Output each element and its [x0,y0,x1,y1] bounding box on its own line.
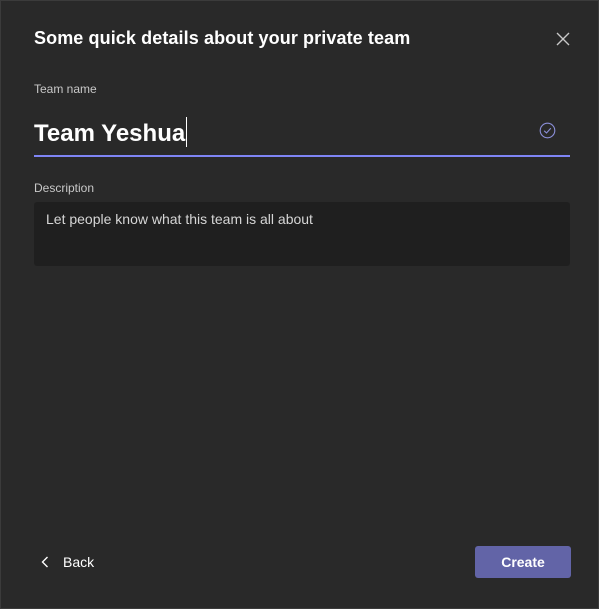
description-placeholder: Let people know what this team is all ab… [46,211,313,227]
description-label: Description [34,181,95,195]
chevron-left-icon [41,556,48,568]
team-name-input[interactable]: Team Yeshua [34,107,570,157]
back-button[interactable]: Back [41,550,94,574]
close-icon [556,32,570,46]
description-input[interactable]: Let people know what this team is all ab… [34,202,570,266]
back-label: Back [63,554,95,570]
check-circle-icon [539,122,556,139]
dialog-title: Some quick details about your private te… [34,28,411,48]
create-team-dialog: Some quick details about your private te… [0,0,599,609]
team-name-value: Team Yeshua [34,120,186,147]
close-button[interactable] [552,28,574,50]
text-cursor [186,117,188,147]
team-name-label: Team name [34,82,97,96]
create-label: Create [501,554,545,570]
create-button[interactable]: Create [475,546,571,578]
